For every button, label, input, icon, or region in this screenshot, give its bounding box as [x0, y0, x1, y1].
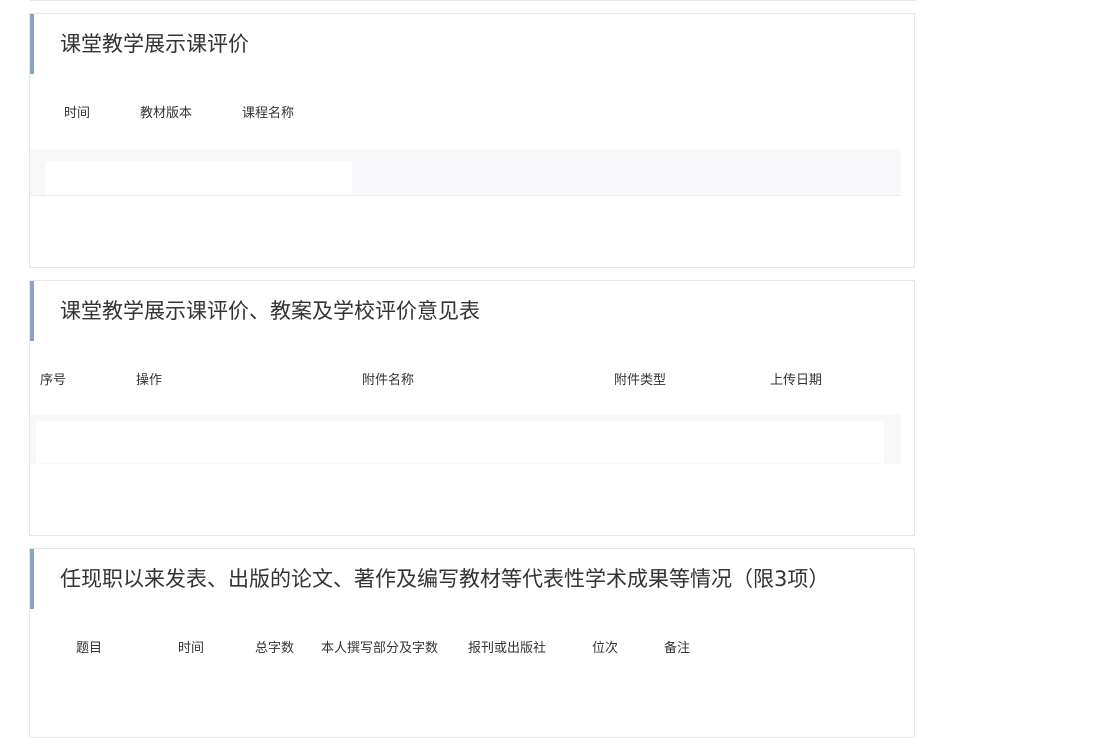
column-header-rank: 位次	[592, 641, 619, 656]
column-header-upload-date: 上传日期	[770, 373, 823, 388]
section-title: 课堂教学展示课评价、教案及学校评价意见表	[30, 281, 914, 341]
column-header-total-words: 总字数	[255, 641, 295, 656]
column-header-time: 时间	[178, 641, 205, 656]
top-divider	[30, 0, 916, 1]
section-attachments: 课堂教学展示课评价、教案及学校评价意见表 序号 操作 附件名称 附件类型 上传日…	[29, 280, 915, 536]
section-title: 课堂教学展示课评价	[30, 14, 914, 74]
column-header-own-part-words: 本人撰写部分及字数	[321, 641, 439, 656]
column-header-topic: 题目	[76, 641, 103, 656]
column-header-attachment-type: 附件类型	[614, 373, 667, 388]
section-title: 任现职以来发表、出版的论文、著作及编写教材等代表性学术成果等情况（限3项）	[30, 549, 914, 609]
column-header-course-name: 课程名称	[242, 106, 295, 121]
empty-cell	[36, 421, 884, 463]
empty-cell	[46, 162, 352, 197]
column-header-time: 时间	[64, 106, 91, 121]
section-classroom-evaluation: 课堂教学展示课评价 时间 教材版本 课程名称	[29, 13, 915, 268]
section-academic-achievements: 任现职以来发表、出版的论文、著作及编写教材等代表性学术成果等情况（限3项） 题目…	[29, 548, 915, 738]
column-header-action: 操作	[136, 373, 163, 388]
column-header-index: 序号	[40, 373, 67, 388]
column-header-remarks: 备注	[664, 641, 691, 656]
column-header-publisher: 报刊或出版社	[468, 641, 547, 656]
column-header-textbook-version: 教材版本	[140, 106, 193, 121]
row-divider	[30, 195, 901, 196]
column-header-attachment-name: 附件名称	[362, 373, 415, 388]
